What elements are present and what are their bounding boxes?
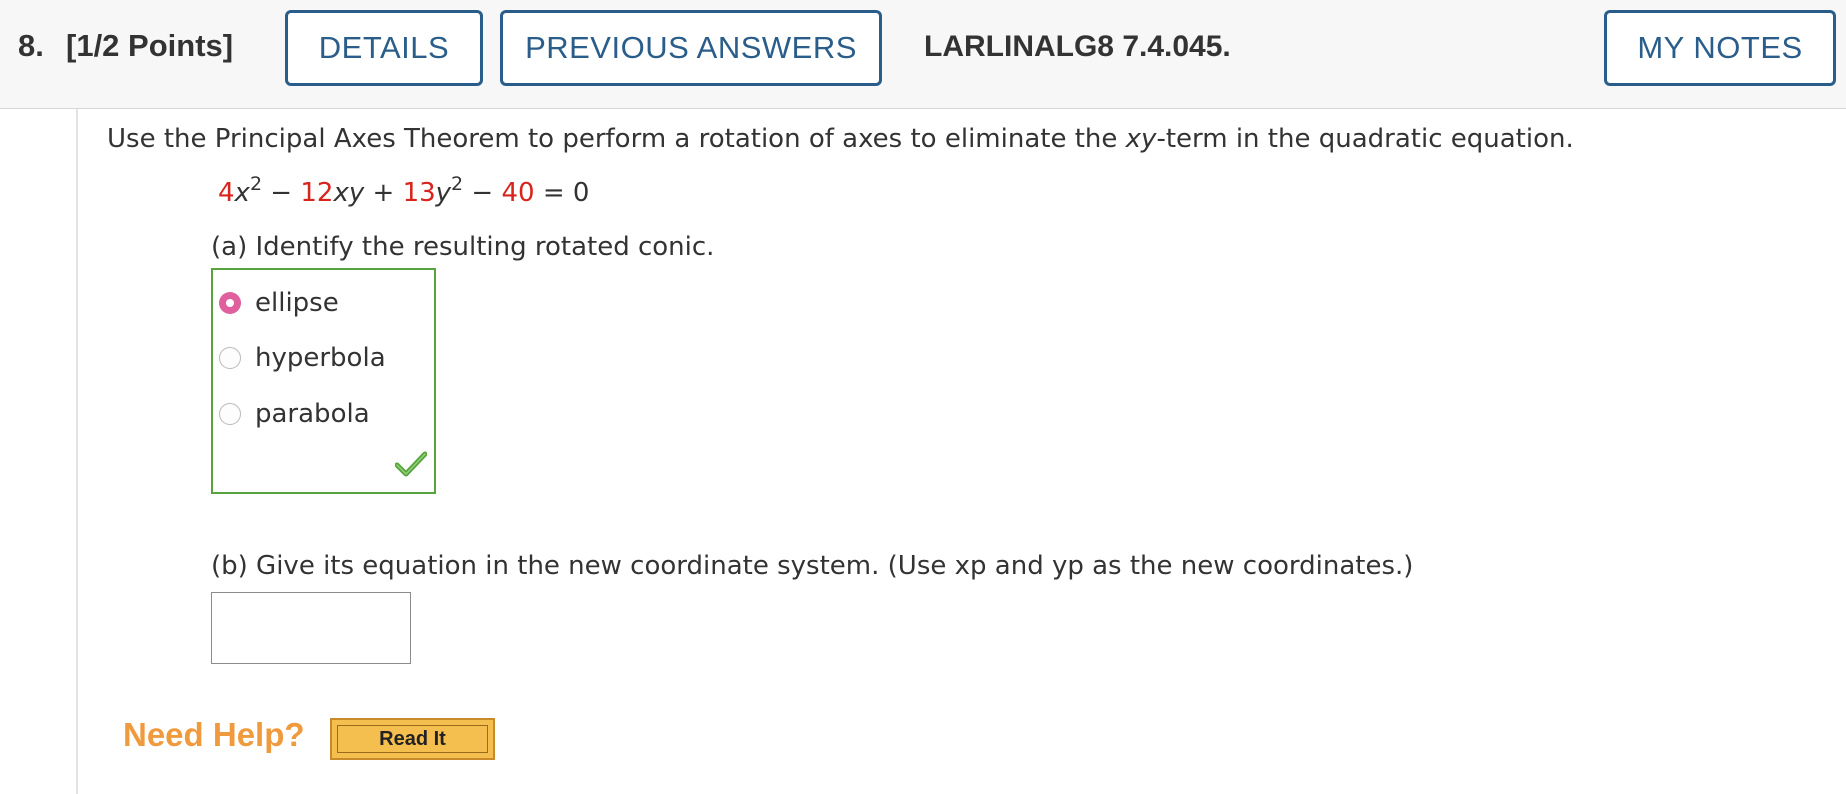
- question-header: 8. [1/2 Points] DETAILS PREVIOUS ANSWERS…: [0, 0, 1846, 109]
- exponent-x: 2: [249, 173, 263, 195]
- part-a-label: (a) Identify the resulting rotated conic…: [211, 232, 715, 262]
- need-help-label: Need Help?: [123, 716, 305, 753]
- conic-choices-box: ellipse hyperbola parabola: [211, 268, 436, 494]
- constant-term: 40: [501, 178, 535, 208]
- choice-hyperbola-label: hyperbola: [255, 343, 386, 373]
- variable-xy: xy: [333, 178, 365, 208]
- details-button[interactable]: DETAILS: [285, 10, 483, 86]
- coefficient-xy: 12: [300, 178, 334, 208]
- prompt-text-italic: xy: [1125, 124, 1157, 154]
- read-it-button[interactable]: Read It: [330, 718, 495, 760]
- question-code: LARLINALG8 7.4.045.: [924, 30, 1231, 63]
- variable-y: y: [435, 178, 452, 208]
- equation-rhs: = 0: [534, 178, 590, 208]
- choice-parabola-label: parabola: [255, 399, 370, 429]
- radio-hyperbola[interactable]: [219, 347, 241, 369]
- left-divider: [76, 109, 78, 794]
- choice-ellipse-label: ellipse: [255, 288, 339, 318]
- operator-plus: +: [364, 178, 403, 208]
- choice-ellipse[interactable]: ellipse: [219, 286, 339, 320]
- read-it-label: Read It: [337, 725, 488, 753]
- coefficient-y2: 13: [402, 178, 436, 208]
- variable-x: x: [234, 178, 250, 208]
- radio-ellipse[interactable]: [219, 292, 241, 314]
- radio-parabola[interactable]: [219, 403, 241, 425]
- prompt-text-end: -term in the quadratic equation.: [1156, 124, 1574, 154]
- my-notes-button[interactable]: MY NOTES: [1604, 10, 1836, 86]
- choice-parabola[interactable]: parabola: [219, 397, 370, 431]
- question-number: 8.: [18, 28, 44, 63]
- exponent-y: 2: [451, 173, 464, 195]
- coefficient-x2: 4: [218, 178, 235, 208]
- answer-input[interactable]: [211, 592, 411, 664]
- previous-answers-button[interactable]: PREVIOUS ANSWERS: [500, 10, 882, 86]
- quadratic-equation: 4x2 − 12xy + 13y2 − 40 = 0: [218, 175, 590, 209]
- question-page: 8. [1/2 Points] DETAILS PREVIOUS ANSWERS…: [0, 0, 1846, 794]
- checkmark-icon: [395, 451, 427, 477]
- question-points: [1/2 Points]: [66, 28, 234, 63]
- operator-minus-2: −: [463, 178, 502, 208]
- operator-minus-1: −: [262, 178, 301, 208]
- part-b-label: (b) Give its equation in the new coordin…: [211, 551, 1414, 581]
- choice-hyperbola[interactable]: hyperbola: [219, 341, 386, 375]
- prompt-text-start: Use the Principal Axes Theorem to perfor…: [107, 124, 1126, 154]
- question-prompt: Use the Principal Axes Theorem to perfor…: [107, 124, 1574, 154]
